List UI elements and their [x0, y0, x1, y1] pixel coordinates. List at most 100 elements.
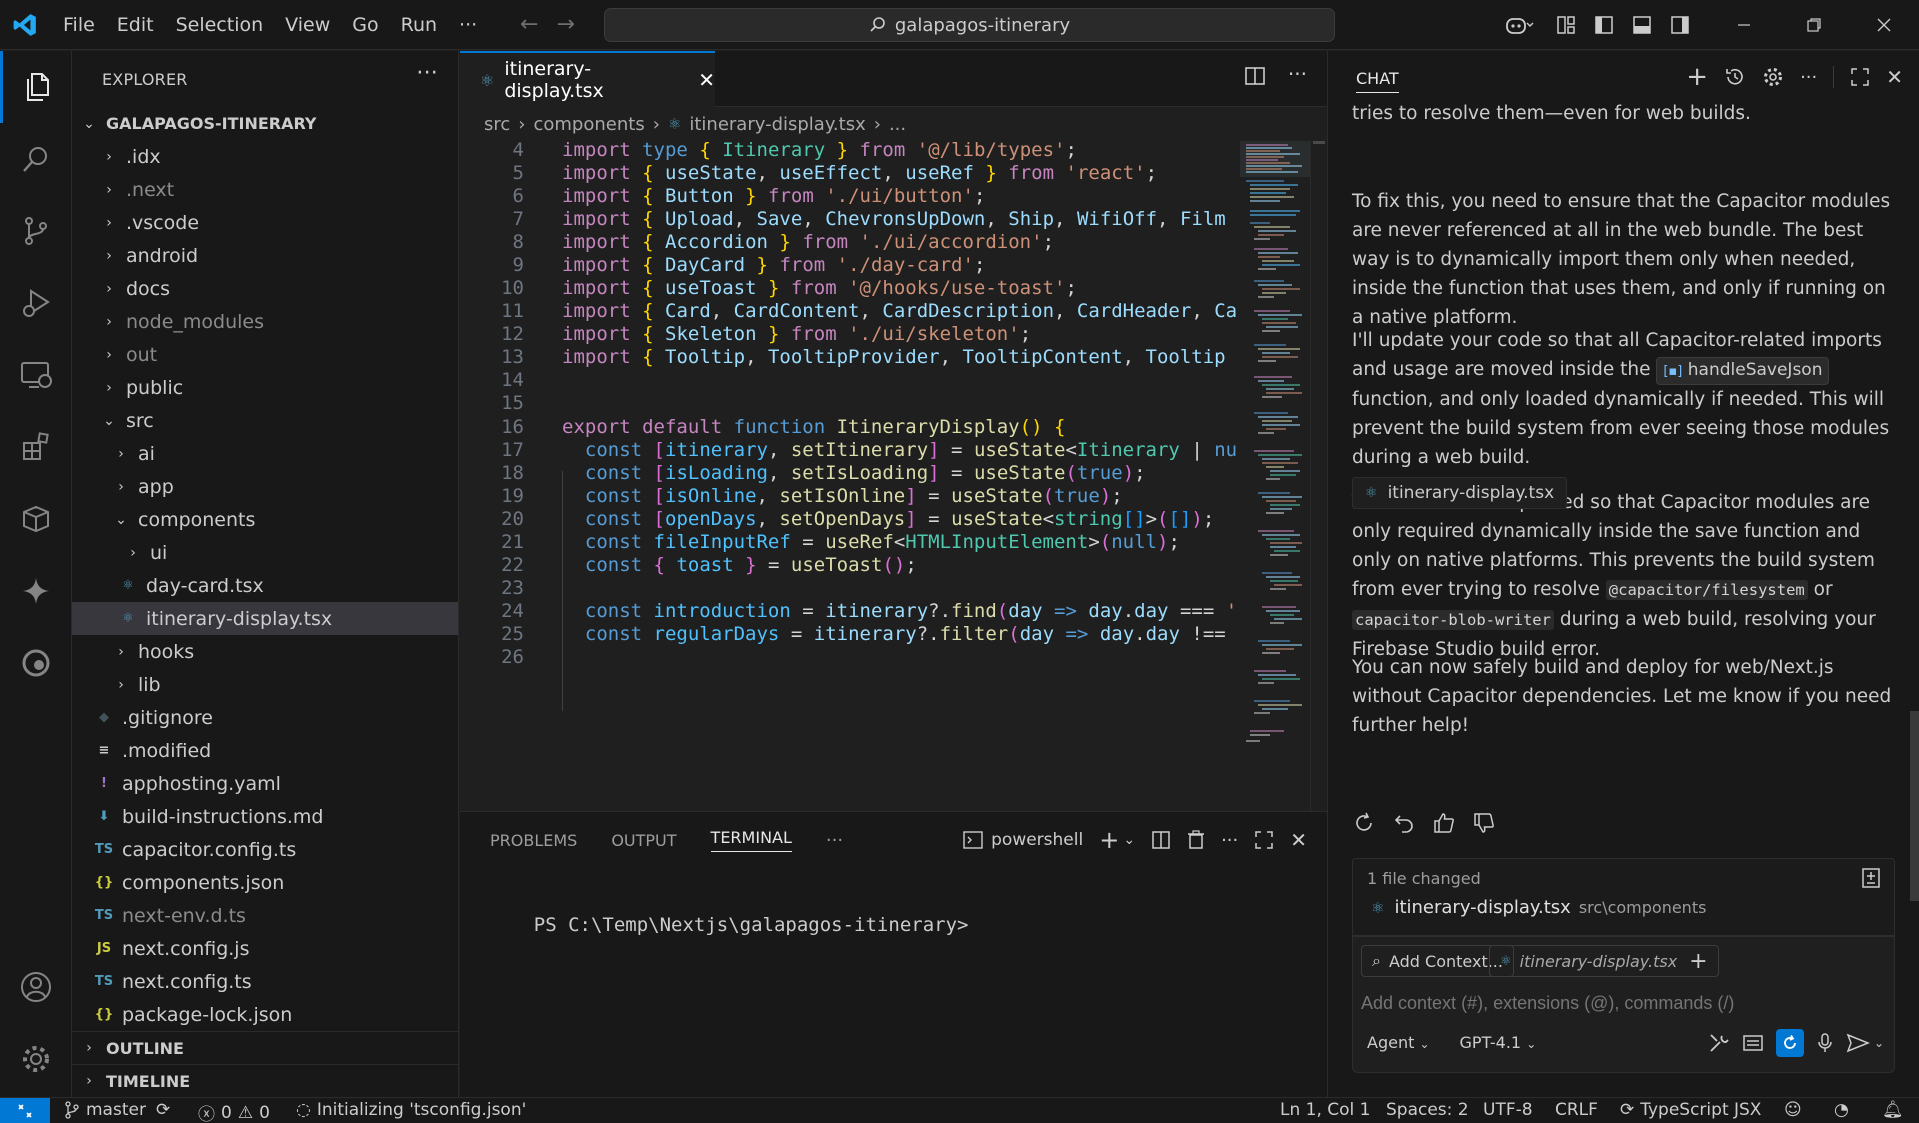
trash-icon[interactable] [1187, 830, 1205, 850]
terminal-more-icon[interactable]: ··· [1221, 830, 1238, 851]
run-debug-icon[interactable] [0, 267, 72, 339]
split-editor-icon[interactable] [1244, 65, 1266, 87]
menu-file[interactable]: File [52, 14, 106, 36]
undo-icon[interactable] [1392, 811, 1416, 835]
breadcrumb-file[interactable]: itinerary-display.tsx [689, 114, 865, 135]
menu-go[interactable]: Go [341, 14, 389, 36]
shell-name[interactable]: powershell [991, 830, 1083, 850]
microphone-icon[interactable] [1816, 1032, 1834, 1054]
tree-folder-next[interactable]: › .next [72, 173, 458, 206]
send-icon[interactable] [1846, 1032, 1870, 1054]
tab-terminal[interactable]: TERMINAL [710, 828, 792, 852]
context-file-chip[interactable]: ⚛ itinerary-display.tsx + [1489, 945, 1719, 977]
editor-scrollbar[interactable] [1310, 141, 1327, 811]
changed-file-row[interactable]: ⚛ itinerary-display.tsx src\components [1371, 897, 1706, 918]
retry-icon[interactable] [1352, 811, 1376, 835]
forward-arrow-icon[interactable]: → [556, 12, 574, 37]
language-service-status[interactable]: ◌ Initializing 'tsconfig.json' [296, 1100, 526, 1120]
tree-file-gitignore[interactable]: ◆ .gitignore [72, 701, 458, 734]
copilot-icon[interactable] [1491, 0, 1547, 50]
tree-file-modified[interactable]: ≡ .modified [72, 734, 458, 767]
explorer-icon[interactable] [0, 51, 72, 123]
customize-layout-icon[interactable] [1547, 0, 1585, 50]
tree-file-package-lock[interactable]: {} package-lock.json [72, 998, 458, 1031]
tree-file-build-instructions[interactable]: ⬇ build-instructions.md [72, 800, 458, 833]
history-icon[interactable] [1724, 66, 1746, 88]
sync-icon[interactable]: ⟳ [156, 1100, 170, 1120]
copilot-status-icon[interactable]: ☺ [1784, 1100, 1802, 1120]
tree-file-day-card[interactable]: ⚛ day-card.tsx [72, 569, 458, 602]
source-control-icon[interactable] [0, 195, 72, 267]
mode-picker[interactable]: Agent ⌄ [1367, 1033, 1430, 1052]
tree-root[interactable]: ⌄ GALAPAGOS-ITINERARY [72, 107, 458, 140]
tree-file-itinerary-display[interactable]: ⚛ itinerary-display.tsx [72, 602, 458, 635]
tab-itinerary-display[interactable]: ⚛ itinerary-display.tsx ✕ [460, 51, 715, 107]
remote-indicator-icon[interactable] [0, 1098, 50, 1123]
code-editor[interactable]: 4 import type { Itinerary } from '@/lib/t… [460, 141, 1240, 811]
menu-view[interactable]: View [274, 14, 341, 36]
toggle-secondary-sidebar-icon[interactable] [1661, 0, 1699, 50]
tree-folder-idx[interactable]: › .idx [72, 140, 458, 173]
end-of-line[interactable]: CRLF [1555, 1100, 1598, 1120]
tree-folder-lib[interactable]: › lib [72, 668, 458, 701]
menu-edit[interactable]: Edit [106, 14, 165, 36]
extensions-icon[interactable] [0, 411, 72, 483]
problems-indicator[interactable]: ⓧ 0 ⚠ 0 [198, 1100, 270, 1123]
tree-folder-vscode[interactable]: › .vscode [72, 206, 458, 239]
tree-folder-docs[interactable]: › docs [72, 272, 458, 305]
chat-title[interactable]: CHAT [1356, 69, 1399, 93]
keyboard-icon[interactable] [1742, 1032, 1764, 1054]
branch-indicator[interactable]: master ⟳ [64, 1100, 170, 1120]
tree-file-next-config-js[interactable]: JS next.config.js [72, 932, 458, 965]
explorer-more-icon[interactable]: ··· [416, 61, 438, 86]
tree-folder-components[interactable]: ⌄ components [72, 503, 458, 536]
tree-folder-ai[interactable]: › ai [72, 437, 458, 470]
tree-folder-android[interactable]: › android [72, 239, 458, 272]
tree-folder-src[interactable]: ⌄ src [72, 404, 458, 437]
chat-input[interactable] [1361, 987, 1881, 1019]
breadcrumb-symbol[interactable]: ... [889, 114, 906, 135]
breadcrumb-src[interactable]: src [484, 114, 510, 135]
command-center-search[interactable]: galapagos-itinerary [604, 8, 1335, 42]
chevron-down-icon[interactable]: ⌄ [1874, 1036, 1884, 1050]
minimap[interactable] [1240, 141, 1310, 811]
tree-folder-hooks[interactable]: › hooks [72, 635, 458, 668]
language-mode[interactable]: ⟳ TypeScript JSX [1620, 1100, 1761, 1120]
model-picker[interactable]: GPT-4.1 ⌄ [1460, 1033, 1537, 1052]
back-arrow-icon[interactable]: ← [520, 12, 538, 37]
tree-file-next-config-ts[interactable]: TS next.config.ts [72, 965, 458, 998]
split-terminal-icon[interactable] [1151, 830, 1171, 850]
panel-more-tabs[interactable]: ··· [826, 830, 843, 851]
thumbs-up-icon[interactable] [1432, 811, 1456, 835]
tree-folder-app[interactable]: › app [72, 470, 458, 503]
remote-explorer-icon[interactable] [0, 339, 72, 411]
tree-file-components-json[interactable]: {} components.json [72, 866, 458, 899]
breadcrumb-components[interactable]: components [533, 114, 644, 135]
restore-icon[interactable] [1779, 0, 1849, 50]
tools-icon[interactable] [1708, 1032, 1730, 1054]
tree-folder-ui[interactable]: › ui [72, 536, 458, 569]
file-reference-pill[interactable]: ⚛ itinerary-display.tsx [1352, 477, 1568, 509]
tree-folder-out[interactable]: › out [72, 338, 458, 371]
tab-problems[interactable]: PROBLEMS [490, 831, 577, 850]
search-icon[interactable] [0, 123, 72, 195]
maximize-chat-icon[interactable] [1850, 67, 1870, 87]
timeline-section[interactable]: › TIMELINE [72, 1064, 458, 1097]
tree-file-capacitor-config[interactable]: TS capacitor.config.ts [72, 833, 458, 866]
cursor-position[interactable]: Ln 1, Col 1 [1280, 1100, 1371, 1120]
feedback-icon[interactable]: ◔ [1834, 1100, 1849, 1120]
close-panel-icon[interactable]: ✕ [1290, 828, 1307, 852]
menu-run[interactable]: Run [390, 14, 448, 36]
minimize-icon[interactable] [1709, 0, 1779, 50]
tree-file-apphosting[interactable]: ! apphosting.yaml [72, 767, 458, 800]
menu-selection[interactable]: Selection [165, 14, 275, 36]
encoding[interactable]: UTF-8 [1483, 1100, 1533, 1120]
gemini-icon[interactable] [0, 555, 72, 627]
close-window-icon[interactable] [1849, 0, 1919, 50]
close-tab-icon[interactable]: ✕ [698, 68, 715, 92]
symbol-chip[interactable]: [▪] handleSaveJson [1656, 357, 1830, 385]
editor-more-icon[interactable]: ··· [1288, 64, 1307, 87]
tree-folder-public[interactable]: › public [72, 371, 458, 404]
close-chat-icon[interactable]: ✕ [1886, 65, 1903, 89]
outline-section[interactable]: › OUTLINE [72, 1031, 458, 1064]
